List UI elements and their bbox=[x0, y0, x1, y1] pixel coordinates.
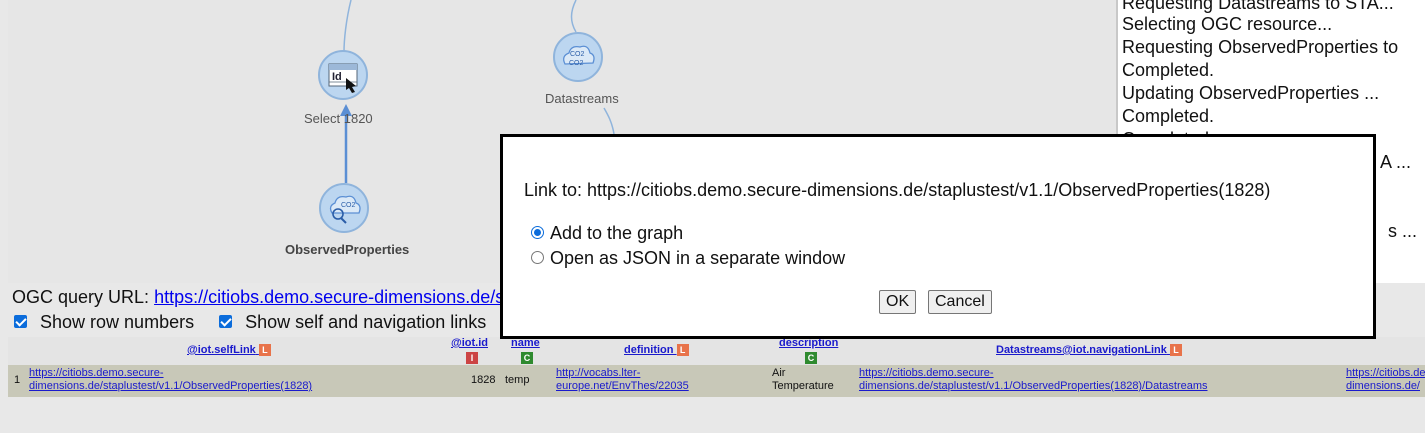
open-json-radio[interactable] bbox=[531, 250, 544, 264]
co2-cloud-icon: CO2 CO2 bbox=[553, 32, 603, 82]
cell-description: Air Temperature bbox=[772, 367, 834, 392]
log-line: s ... bbox=[1388, 221, 1418, 241]
column-header-datastreams[interactable]: Datastreams@iot.navigationLink L bbox=[996, 344, 1182, 357]
query-url-label: OGC query URL: bbox=[12, 287, 150, 307]
table-header: @iot.selfLink L @iot.id I name C definit… bbox=[8, 337, 1425, 365]
open-json-label: Open as JSON in a separate window bbox=[550, 248, 846, 268]
type-badge: L bbox=[258, 344, 271, 357]
column-header-selflink[interactable]: @iot.selfLink L bbox=[187, 344, 271, 357]
svg-text:CO2: CO2 bbox=[569, 60, 584, 67]
log-line: A ... bbox=[1380, 152, 1412, 172]
add-to-graph-option[interactable]: Add to the graph bbox=[531, 223, 683, 244]
add-to-graph-label: Add to the graph bbox=[550, 223, 684, 243]
graph-edge bbox=[603, 107, 615, 135]
cell-datastreams: https://citiobs.demo.secure-dimensions.d… bbox=[859, 367, 1208, 393]
type-badge: I bbox=[466, 352, 478, 364]
svg-text:Id: Id bbox=[332, 71, 342, 83]
datastreams-link[interactable]: https://citiobs.demo.secure-dimensions.d… bbox=[859, 367, 1208, 392]
type-badge: L bbox=[1169, 344, 1182, 357]
log-line: Completed. bbox=[1122, 60, 1215, 80]
ok-button[interactable]: OK bbox=[879, 290, 917, 314]
show-row-numbers-checkbox[interactable] bbox=[14, 314, 27, 328]
cell-id: 1828 bbox=[471, 374, 496, 386]
type-badge: C bbox=[805, 352, 817, 364]
graph-edge bbox=[570, 0, 577, 33]
log-line: Updating ObservedProperties ... bbox=[1122, 83, 1380, 103]
cell-name: temp bbox=[505, 374, 530, 386]
options-row: Show row numbers Show self and navigatio… bbox=[14, 312, 486, 333]
row-number: 1 bbox=[14, 374, 21, 386]
log-line: Completed. bbox=[1122, 106, 1215, 126]
cell-extra-link: https://citiobs.demo.secure-dimensions.d… bbox=[1346, 367, 1425, 393]
type-badge: L bbox=[676, 344, 689, 357]
open-json-option[interactable]: Open as JSON in a separate window bbox=[531, 248, 845, 269]
svg-text:CO2: CO2 bbox=[341, 202, 356, 209]
show-row-numbers-label: Show row numbers bbox=[40, 312, 195, 332]
table-row[interactable]: 1 https://citiobs.demo.secure-dimensions… bbox=[8, 365, 1425, 397]
svg-text:CO2: CO2 bbox=[570, 51, 585, 58]
cell-definition: http://vocabs.lter-europe.net/EnvThes/22… bbox=[556, 367, 689, 393]
node-label: ObservedProperties bbox=[285, 242, 410, 257]
table-id-icon: Id bbox=[318, 50, 368, 100]
extra-link[interactable]: https://citiobs.demo.secure-dimensions.d… bbox=[1346, 367, 1425, 392]
show-self-links-checkbox[interactable] bbox=[219, 314, 233, 328]
show-self-links-label: Show self and navigation links bbox=[245, 312, 487, 332]
co2-search-icon: CO2 bbox=[319, 183, 369, 233]
add-to-graph-radio[interactable] bbox=[531, 225, 544, 239]
dialog-link-text: Link to: https://citiobs.demo.secure-dim… bbox=[524, 180, 1271, 200]
graph-edge bbox=[343, 0, 352, 53]
node-label: Select 1820 bbox=[304, 111, 373, 126]
type-badge: C bbox=[521, 352, 533, 364]
log-line: Selecting OGC resource... bbox=[1122, 14, 1333, 34]
node-label: Datastreams bbox=[545, 91, 619, 106]
column-header-id[interactable]: @iot.id bbox=[451, 337, 488, 349]
selflink-link[interactable]: https://citiobs.demo.secure-dimensions.d… bbox=[29, 367, 312, 392]
cell-selflink: https://citiobs.demo.secure-dimensions.d… bbox=[29, 367, 312, 393]
definition-link[interactable]: http://vocabs.lter-europe.net/EnvThes/22… bbox=[556, 367, 689, 392]
link-dialog: Link to: https://citiobs.demo.secure-dim… bbox=[500, 134, 1376, 339]
cancel-button[interactable]: Cancel bbox=[928, 290, 992, 314]
column-header-definition[interactable]: definition L bbox=[624, 344, 689, 357]
log-line: Requesting ObservedProperties to bbox=[1122, 37, 1399, 57]
